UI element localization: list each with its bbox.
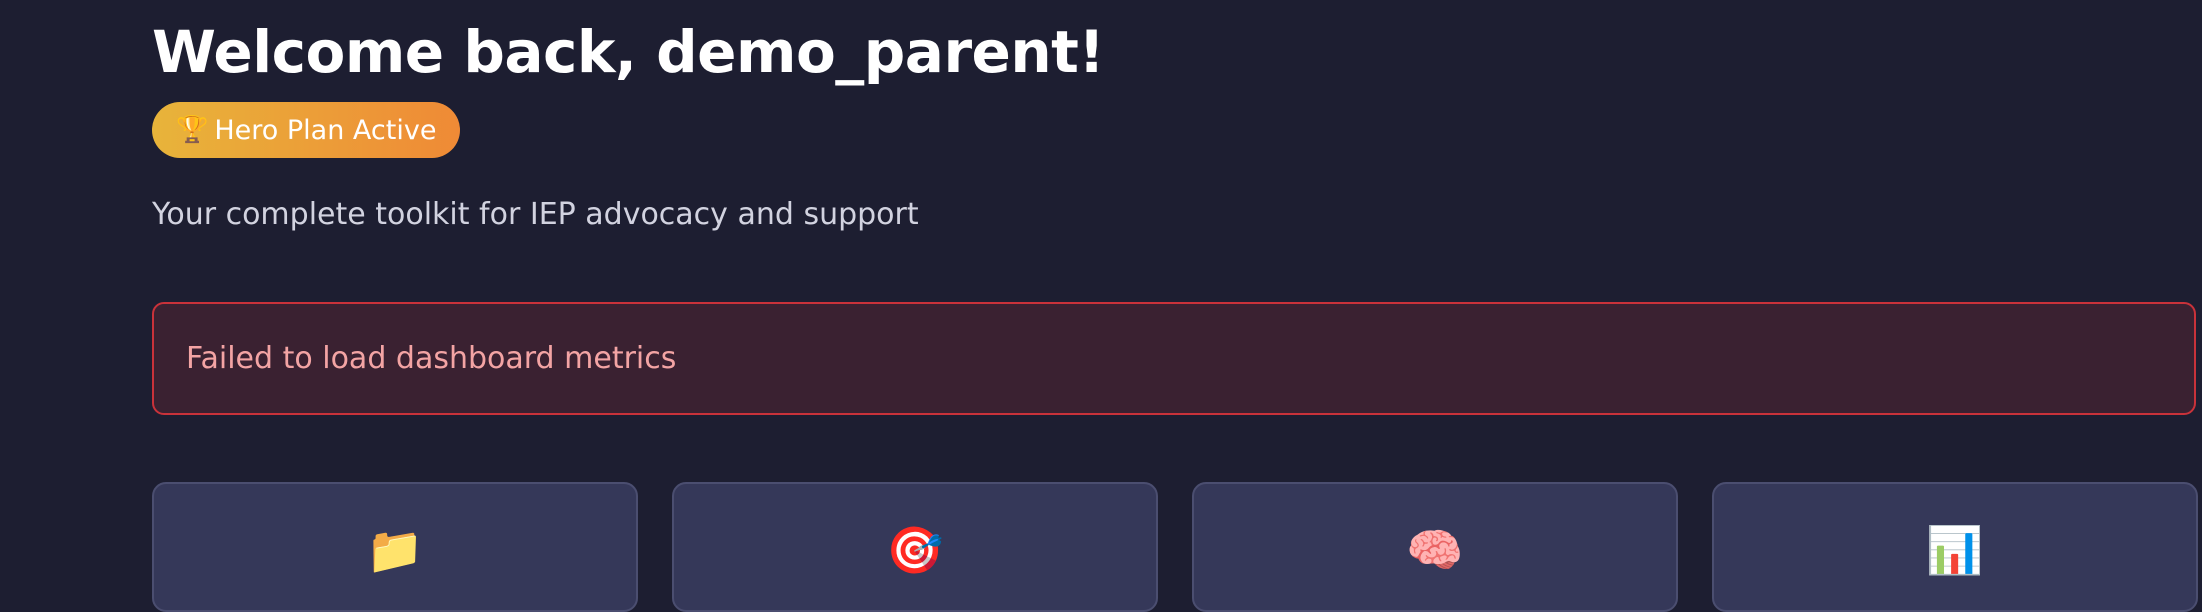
brain-icon: 🧠 xyxy=(1406,523,1464,577)
error-alert: Failed to load dashboard metrics xyxy=(152,302,2196,415)
feature-card-folder[interactable]: 📁 xyxy=(152,482,638,612)
folder-icon: 📁 xyxy=(366,523,424,577)
trophy-icon: 🏆 xyxy=(176,115,209,145)
feature-cards: 📁 🎯 🧠 📊 xyxy=(152,482,2202,612)
bar-chart-icon: 📊 xyxy=(1926,523,1984,577)
welcome-heading: Welcome back, demo_parent! xyxy=(152,18,1105,86)
feature-card-goals[interactable]: 🎯 xyxy=(672,482,1158,612)
target-icon: 🎯 xyxy=(886,523,944,577)
feature-card-brain[interactable]: 🧠 xyxy=(1192,482,1678,612)
dashboard-subtitle: Your complete toolkit for IEP advocacy a… xyxy=(152,197,919,232)
plan-badge-label: Hero Plan Active xyxy=(214,114,437,146)
plan-status-badge: 🏆 Hero Plan Active xyxy=(152,102,461,158)
feature-card-chart[interactable]: 📊 xyxy=(1712,482,2198,612)
error-message: Failed to load dashboard metrics xyxy=(186,341,677,376)
